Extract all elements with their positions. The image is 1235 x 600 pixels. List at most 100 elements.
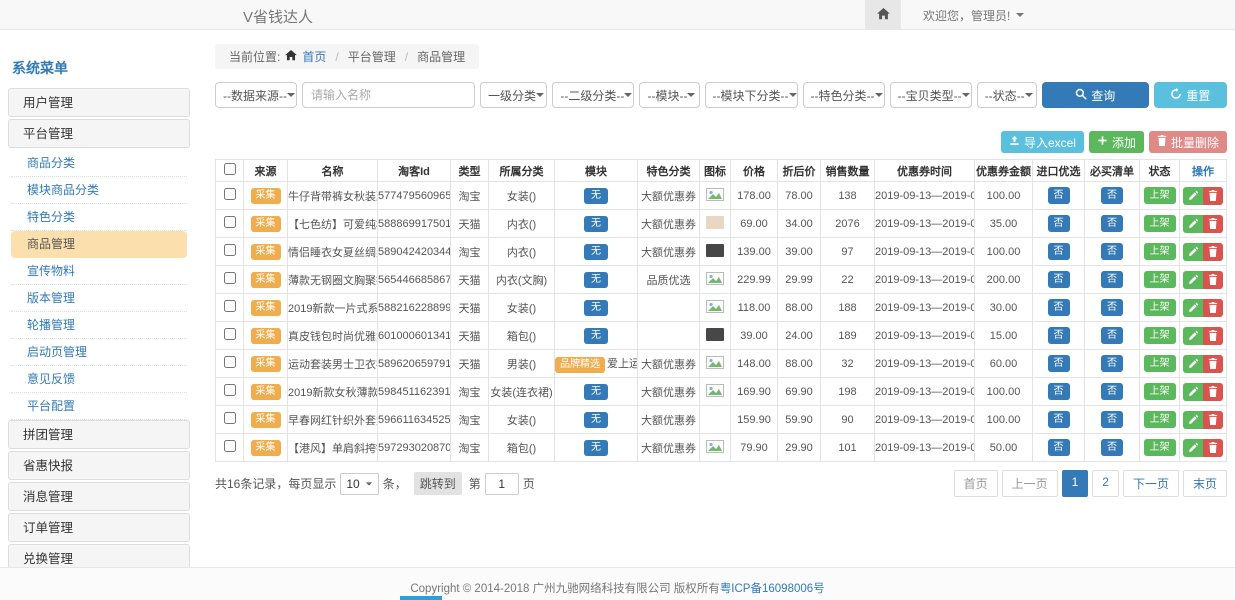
filter-select[interactable]: 一级分类 bbox=[480, 82, 547, 108]
imported-toggle-button[interactable]: 否 bbox=[1048, 355, 1070, 372]
sidebar-item[interactable]: 用户管理 bbox=[8, 88, 190, 117]
filter-select[interactable]: --状态-- bbox=[977, 82, 1037, 108]
edit-button[interactable] bbox=[1183, 383, 1203, 401]
jump-button[interactable]: 跳转到 bbox=[414, 472, 462, 495]
breadcrumb-home-link[interactable]: 首页 bbox=[302, 48, 326, 65]
delete-button[interactable] bbox=[1203, 327, 1223, 345]
delete-button[interactable] bbox=[1203, 411, 1223, 429]
edit-button[interactable] bbox=[1183, 215, 1203, 233]
edit-button[interactable] bbox=[1183, 439, 1203, 457]
icp-link[interactable]: 粤ICP备16098006号 bbox=[720, 583, 825, 595]
must-buy-toggle-button[interactable]: 否 bbox=[1101, 327, 1123, 344]
delete-button[interactable] bbox=[1203, 243, 1223, 261]
row-checkbox[interactable] bbox=[224, 412, 236, 424]
pager-button[interactable]: 下一页 bbox=[1123, 470, 1179, 497]
imported-toggle-button[interactable]: 否 bbox=[1048, 299, 1070, 316]
delete-button[interactable] bbox=[1203, 271, 1223, 289]
must-buy-toggle-button[interactable]: 否 bbox=[1101, 187, 1123, 204]
batch-delete-button[interactable]: 批量删除 bbox=[1149, 131, 1227, 153]
imported-toggle-button[interactable]: 否 bbox=[1048, 383, 1070, 400]
delete-button[interactable] bbox=[1203, 355, 1223, 373]
status-button[interactable]: 上架 bbox=[1144, 187, 1176, 204]
status-button[interactable]: 上架 bbox=[1144, 271, 1176, 288]
must-buy-toggle-button[interactable]: 否 bbox=[1101, 411, 1123, 428]
delete-button[interactable] bbox=[1203, 299, 1223, 317]
status-button[interactable]: 上架 bbox=[1144, 243, 1176, 260]
filter-select[interactable]: --宝贝类型-- bbox=[890, 82, 972, 108]
imported-toggle-button[interactable]: 否 bbox=[1048, 215, 1070, 232]
must-buy-toggle-button[interactable]: 否 bbox=[1101, 271, 1123, 288]
status-button[interactable]: 上架 bbox=[1144, 439, 1176, 456]
pager-button[interactable]: 末页 bbox=[1183, 470, 1227, 497]
imported-toggle-button[interactable]: 否 bbox=[1048, 327, 1070, 344]
sidebar-item[interactable]: 消息管理 bbox=[8, 482, 190, 511]
must-buy-toggle-button[interactable]: 否 bbox=[1101, 299, 1123, 316]
row-checkbox[interactable] bbox=[224, 328, 236, 340]
edit-button[interactable] bbox=[1183, 271, 1203, 289]
home-nav-button[interactable] bbox=[865, 0, 901, 30]
search-button[interactable]: 查询 bbox=[1042, 82, 1149, 108]
status-button[interactable]: 上架 bbox=[1144, 327, 1176, 344]
add-button[interactable]: 添加 bbox=[1089, 131, 1144, 153]
status-button[interactable]: 上架 bbox=[1144, 383, 1176, 400]
sidebar-item[interactable]: 订单管理 bbox=[8, 513, 190, 542]
import-excel-button[interactable]: 导入excel bbox=[1001, 131, 1084, 153]
pager-button[interactable]: 2 bbox=[1092, 470, 1119, 497]
user-menu[interactable]: 欢迎您，管理员! bbox=[923, 7, 1024, 24]
filter-select[interactable]: --模块-- bbox=[639, 82, 699, 108]
must-buy-toggle-button[interactable]: 否 bbox=[1101, 243, 1123, 260]
sidebar-item[interactable]: 启动页管理 bbox=[11, 339, 187, 366]
imported-toggle-button[interactable]: 否 bbox=[1048, 411, 1070, 428]
sidebar-item[interactable]: 商品管理 bbox=[11, 231, 187, 258]
must-buy-toggle-button[interactable]: 否 bbox=[1101, 383, 1123, 400]
sidebar-item[interactable]: 轮播管理 bbox=[11, 312, 187, 339]
status-button[interactable]: 上架 bbox=[1144, 411, 1176, 428]
must-buy-toggle-button[interactable]: 否 bbox=[1101, 439, 1123, 456]
page-size-select[interactable]: 10 bbox=[340, 473, 378, 495]
row-checkbox[interactable] bbox=[224, 216, 236, 228]
row-checkbox[interactable] bbox=[224, 356, 236, 368]
select-all-checkbox[interactable] bbox=[224, 163, 236, 175]
imported-toggle-button[interactable]: 否 bbox=[1048, 187, 1070, 204]
sidebar-item[interactable]: 版本管理 bbox=[11, 285, 187, 312]
sidebar-item[interactable]: 模块商品分类 bbox=[11, 177, 187, 204]
edit-button[interactable] bbox=[1183, 411, 1203, 429]
filter-select[interactable]: --数据来源-- bbox=[215, 82, 297, 108]
filter-select[interactable]: --二级分类-- bbox=[552, 82, 634, 108]
must-buy-toggle-button[interactable]: 否 bbox=[1101, 215, 1123, 232]
row-checkbox[interactable] bbox=[224, 244, 236, 256]
delete-button[interactable] bbox=[1203, 187, 1223, 205]
imported-toggle-button[interactable]: 否 bbox=[1048, 243, 1070, 260]
must-buy-toggle-button[interactable]: 否 bbox=[1101, 355, 1123, 372]
sidebar-item[interactable]: 平台配置 bbox=[11, 393, 187, 420]
delete-button[interactable] bbox=[1203, 383, 1223, 401]
row-checkbox[interactable] bbox=[224, 300, 236, 312]
delete-button[interactable] bbox=[1203, 215, 1223, 233]
sidebar-item[interactable]: 意见反馈 bbox=[11, 366, 187, 393]
name-search-input[interactable] bbox=[302, 82, 475, 108]
status-button[interactable]: 上架 bbox=[1144, 299, 1176, 316]
sidebar-item[interactable]: 特色分类 bbox=[11, 204, 187, 231]
filter-select[interactable]: --模块下分类-- bbox=[705, 82, 798, 108]
edit-button[interactable] bbox=[1183, 327, 1203, 345]
row-checkbox[interactable] bbox=[224, 272, 236, 284]
filter-select[interactable]: --特色分类-- bbox=[803, 82, 885, 108]
sidebar-item[interactable]: 平台管理 bbox=[8, 119, 190, 148]
edit-button[interactable] bbox=[1183, 299, 1203, 317]
status-button[interactable]: 上架 bbox=[1144, 215, 1176, 232]
sidebar-item[interactable]: 商品分类 bbox=[11, 150, 187, 177]
edit-button[interactable] bbox=[1183, 243, 1203, 261]
status-button[interactable]: 上架 bbox=[1144, 355, 1176, 372]
imported-toggle-button[interactable]: 否 bbox=[1048, 271, 1070, 288]
imported-toggle-button[interactable]: 否 bbox=[1048, 439, 1070, 456]
sidebar-item[interactable]: 宣传物料 bbox=[11, 258, 187, 285]
pager-button[interactable]: 1 bbox=[1062, 470, 1089, 497]
edit-button[interactable] bbox=[1183, 355, 1203, 373]
page-number-input[interactable] bbox=[485, 473, 519, 495]
reset-button[interactable]: 重置 bbox=[1154, 82, 1227, 108]
row-checkbox[interactable] bbox=[224, 440, 236, 452]
edit-button[interactable] bbox=[1183, 187, 1203, 205]
delete-button[interactable] bbox=[1203, 439, 1223, 457]
row-checkbox[interactable] bbox=[224, 384, 236, 396]
row-checkbox[interactable] bbox=[224, 188, 236, 200]
